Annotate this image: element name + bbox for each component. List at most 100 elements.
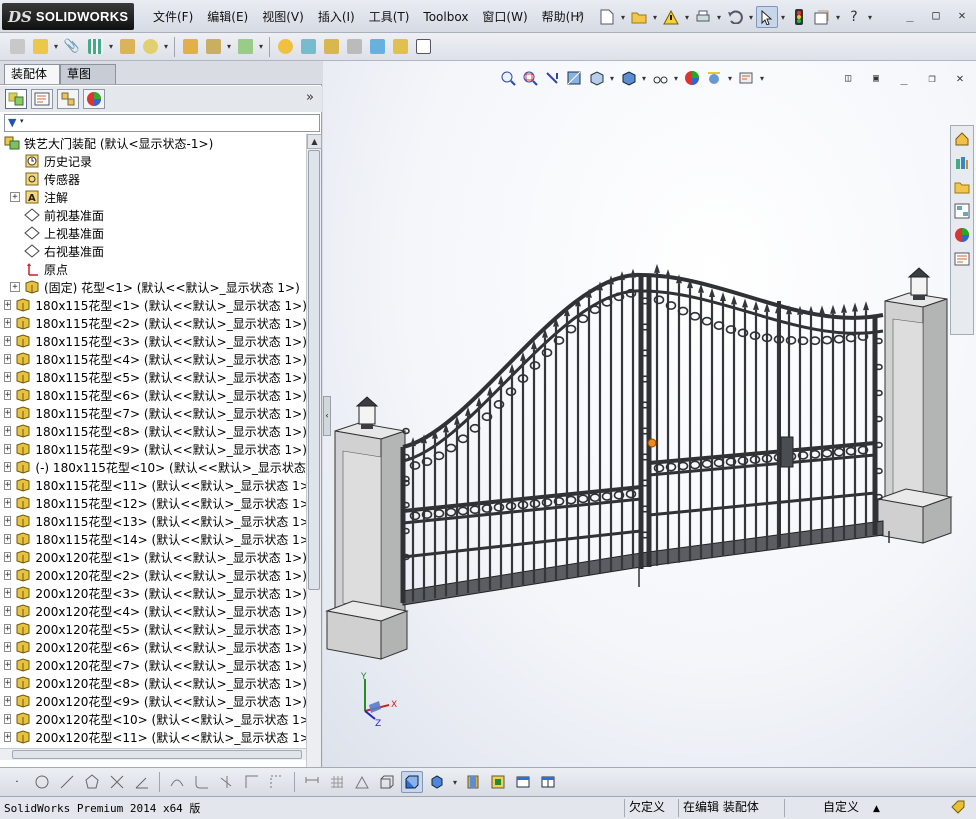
exploded-view-button[interactable] [320, 36, 342, 58]
expand-toggle[interactable]: + [4, 408, 12, 418]
tree-item-component[interactable]: +200x120花型<10> (默认<<默认>_显示状态 1>) [0, 710, 306, 728]
tree-item-component[interactable]: +180x115花型<13> (默认<<默认>_显示状态 1>) [0, 512, 306, 530]
grid-button[interactable] [326, 771, 348, 793]
scroll-up-button[interactable]: ▲ [307, 134, 322, 149]
select-button[interactable] [756, 6, 778, 28]
print-button[interactable] [692, 6, 714, 28]
expand-toggle[interactable]: + [10, 282, 20, 292]
display-style-dropdown[interactable]: ▾ [640, 74, 648, 83]
hide-show-dropdown[interactable]: ▾ [672, 74, 680, 83]
tree-item-component[interactable]: +180x115花型<14> (默认<<默认>_显示状态 1>) [0, 530, 306, 548]
expand-panel-button[interactable]: » [306, 90, 314, 105]
open-dropdown[interactable]: ▾ [651, 13, 659, 22]
shaded-button[interactable] [401, 771, 423, 793]
instant3d-button[interactable] [366, 36, 388, 58]
trim-button[interactable] [106, 771, 128, 793]
tree-item-component[interactable]: +200x120花型<3> (默认<<默认>_显示状态 1>) [0, 584, 306, 602]
expand-toggle[interactable]: + [4, 606, 12, 616]
properties-dropdown[interactable]: ▾ [834, 13, 842, 22]
orientation-dropdown[interactable]: ▾ [608, 74, 616, 83]
tree-item-component[interactable]: + (固定) 花型<1> (默认<<默认>_显示状态 1>) [0, 278, 306, 296]
tree-item-component[interactable]: +180x115花型<5> (默认<<默认>_显示状态 1>) [0, 368, 306, 386]
left-pillar[interactable] [325, 396, 409, 660]
tree-item-component[interactable]: +180x115花型<6> (默认<<默认>_显示状态 1>) [0, 386, 306, 404]
zoom-area-button[interactable] [520, 69, 540, 87]
tree-item[interactable]: 传感器 [0, 170, 306, 188]
tree-item-component[interactable]: +180x115花型<3> (默认<<默认>_显示状态 1>) [0, 332, 306, 350]
select-dropdown[interactable]: ▾ [779, 13, 787, 22]
mate-button[interactable]: 📎 [61, 36, 83, 58]
view-orientation-button[interactable] [586, 69, 606, 87]
design-library-tab[interactable] [951, 152, 973, 174]
polygon-button[interactable] [81, 771, 103, 793]
zoom-to-fit-button[interactable] [498, 69, 518, 87]
reference-geometry-button[interactable] [234, 36, 256, 58]
menu-file[interactable]: 文件(F) [146, 8, 200, 25]
display-manager-tab[interactable] [83, 89, 105, 109]
expand-toggle[interactable]: + [4, 480, 12, 490]
new-motion-study-button[interactable] [274, 36, 296, 58]
tree-horizontal-scrollbar[interactable] [0, 748, 306, 760]
tree-vertical-scrollbar[interactable]: ▲ ▼ [306, 134, 322, 814]
menu-edit[interactable]: 编辑(E) [200, 8, 255, 25]
file-properties-button[interactable] [811, 6, 833, 28]
assembly-features-button[interactable] [202, 36, 224, 58]
hide-show-items-button[interactable] [650, 69, 670, 87]
expand-toggle[interactable]: + [4, 516, 12, 526]
features-dropdown[interactable]: ▾ [225, 42, 233, 51]
expand-toggle[interactable]: + [4, 426, 12, 436]
tree-item[interactable]: 前视基准面 [0, 206, 306, 224]
open-button[interactable] [628, 6, 650, 28]
view-palette-tab[interactable] [951, 200, 973, 222]
view-settings-button[interactable] [736, 69, 756, 87]
tree-item-component[interactable]: +180x115花型<7> (默认<<默认>_显示状态 1>) [0, 404, 306, 422]
expand-toggle[interactable]: + [4, 624, 12, 634]
tree-item-component[interactable]: +200x120花型<11> (默认<<默认>_显示状态 1>) [0, 728, 306, 746]
mate-origin-point[interactable] [647, 438, 657, 448]
tree-item-component[interactable]: +180x115花型<4> (默认<<默认>_显示状态 1>) [0, 350, 306, 368]
tree-item[interactable]: + A 注解 [0, 188, 306, 206]
cube-dropdown[interactable]: ▾ [451, 778, 459, 787]
relation-button[interactable] [351, 771, 373, 793]
view-settings-dropdown[interactable]: ▾ [758, 74, 766, 83]
explode-line-button[interactable] [343, 36, 365, 58]
new-part-dropdown[interactable]: ▾ [52, 42, 60, 51]
configuration-manager-tab[interactable] [57, 89, 79, 109]
new-document-button[interactable] [596, 6, 618, 28]
expand-toggle[interactable]: + [4, 714, 12, 724]
tree-item-component[interactable]: +200x120花型<2> (默认<<默认>_显示状态 1>) [0, 566, 306, 584]
right-pillar[interactable] [876, 267, 953, 544]
tree-item-component[interactable]: + (-) 180x115花型<10> (默认<<默认>_显示状态 1> [0, 458, 306, 476]
tree-item-component[interactable]: +200x120花型<4> (默认<<默认>_显示状态 1>) [0, 602, 306, 620]
quick-tips-button[interactable] [946, 799, 972, 817]
tab-sketch[interactable]: 草图 [60, 64, 116, 84]
menu-window[interactable]: 窗口(W) [475, 8, 534, 25]
previous-view-button[interactable] [542, 69, 562, 87]
expand-toggle[interactable]: + [4, 570, 12, 580]
gate-3d-model[interactable] [323, 231, 976, 691]
undo-button[interactable] [724, 6, 746, 28]
help-dropdown[interactable]: ▾ [866, 13, 874, 22]
gate-latch[interactable] [780, 436, 794, 468]
menu-tools[interactable]: 工具(T) [362, 8, 417, 25]
insert-component-button[interactable] [6, 36, 28, 58]
doc-minimize-button[interactable]: _ [894, 69, 914, 87]
expand-toggle[interactable]: + [4, 498, 12, 508]
edit-appearance-button[interactable] [682, 69, 702, 87]
pin-icon[interactable]: ↗ [574, 9, 585, 24]
doc-tile-right-button[interactable]: ▣ [866, 69, 886, 87]
circle-button[interactable] [31, 771, 53, 793]
rebuild-button[interactable] [788, 6, 810, 28]
tree-item-component[interactable]: +200x120花型<8> (默认<<默认>_显示状态 1>) [0, 674, 306, 692]
expand-toggle[interactable]: + [4, 390, 12, 400]
show-hidden-button[interactable] [179, 36, 201, 58]
tree-item[interactable]: 上视基准面 [0, 224, 306, 242]
solidworks-logo[interactable]: DS SOLIDWORKS [2, 3, 134, 30]
tree-filter[interactable]: ▼ ▾ [4, 114, 320, 132]
expand-toggle[interactable]: + [4, 336, 12, 346]
move-dropdown[interactable]: ▾ [162, 42, 170, 51]
mirror-button[interactable] [216, 771, 238, 793]
split-vertical-button[interactable] [537, 771, 559, 793]
expand-toggle[interactable]: + [4, 462, 12, 472]
expand-toggle[interactable]: + [4, 678, 12, 688]
